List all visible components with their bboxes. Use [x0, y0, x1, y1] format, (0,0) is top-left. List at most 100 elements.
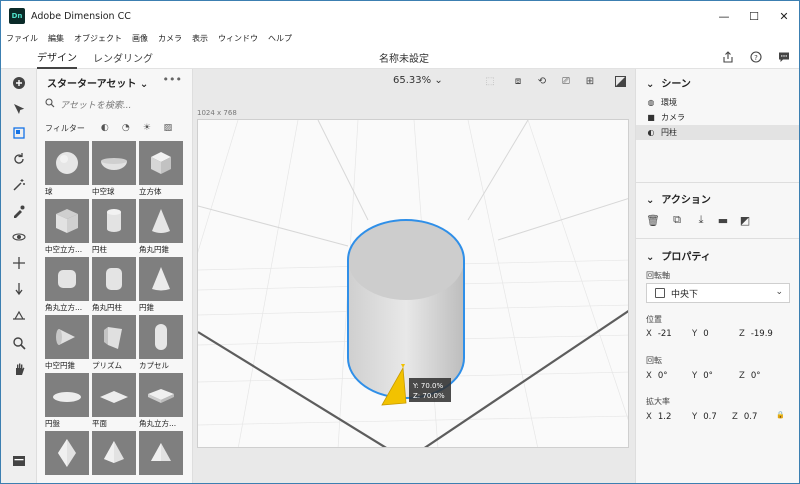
close-button[interactable]: ✕	[769, 1, 799, 31]
help-icon[interactable]: ?	[749, 50, 763, 64]
asset-item[interactable]	[45, 431, 89, 483]
camera-pan-icon[interactable]: ⎚	[559, 74, 573, 88]
search-icon	[45, 97, 55, 111]
zoom-icon[interactable]	[9, 333, 29, 353]
search-input[interactable]: アセットを検索...	[60, 98, 131, 111]
select-tool-icon[interactable]	[9, 99, 29, 119]
asset-item[interactable]: 円錐	[139, 257, 183, 313]
rotation-z-field[interactable]: Z 0°	[739, 368, 761, 384]
actions-section-header[interactable]: ⌄ アクション	[646, 191, 711, 206]
fit-icon[interactable]: ⬚	[483, 74, 497, 88]
asset-item[interactable]: 円柱	[92, 199, 136, 255]
rotation-z-value: 0°	[750, 371, 761, 381]
scene-item-environment[interactable]: ◍ 環境	[636, 95, 799, 110]
asset-item[interactable]: 中空円錐	[45, 315, 89, 371]
properties-section-header[interactable]: ⌄ プロパティ	[646, 248, 711, 263]
assets-header[interactable]: スターターアセット ⌄	[47, 75, 148, 90]
camera-frame-icon[interactable]: ⧈	[511, 74, 525, 88]
filter-models-icon[interactable]: ◐	[99, 122, 111, 134]
menu-image[interactable]: 画像	[127, 33, 153, 44]
asset-item[interactable]: 平面	[92, 373, 136, 429]
hand-icon[interactable]	[9, 359, 29, 379]
asset-item[interactable]: 角丸円柱	[92, 257, 136, 313]
group-folder-icon[interactable]: ▬	[716, 213, 730, 227]
camera-rotate-icon[interactable]: ⟲	[535, 74, 549, 88]
duplicate-icon[interactable]: ⧉	[670, 213, 684, 227]
rotation-y-field[interactable]: Y 0°	[692, 368, 713, 384]
asset-item[interactable]: カプセル	[139, 315, 183, 371]
asset-label: 角丸立方...	[45, 303, 83, 312]
menu-help[interactable]: ヘルプ	[263, 33, 297, 44]
asset-item[interactable]: プリズム	[92, 315, 136, 371]
menu-file[interactable]: ファイル	[1, 33, 43, 44]
horizon-icon[interactable]	[9, 305, 29, 325]
render-preview-icon[interactable]	[613, 74, 627, 88]
rotation-label: 回転	[646, 356, 662, 365]
asset-item[interactable]	[92, 431, 136, 483]
filter-materials-icon[interactable]: ◔	[120, 122, 132, 134]
save-to-library-icon[interactable]: ◩	[738, 213, 752, 227]
position-z-field[interactable]: Z -19.9	[739, 326, 773, 342]
menu-view[interactable]: 表示	[187, 33, 213, 44]
asset-item[interactable]: 中空立方...	[45, 199, 89, 255]
scale-y-field[interactable]: Y 0.7	[692, 409, 717, 425]
axis-label: X	[646, 329, 652, 339]
asset-label: 円錐	[139, 303, 154, 312]
minimize-button[interactable]: —	[709, 1, 739, 31]
asset-item[interactable]: 立方体	[139, 141, 183, 197]
section-divider	[636, 238, 799, 239]
rotate-tool-icon[interactable]	[9, 149, 29, 169]
asset-search[interactable]: アセットを検索...	[45, 95, 185, 113]
lock-icon[interactable]: 🔒	[776, 411, 785, 419]
delete-icon[interactable]: 🗑	[646, 213, 660, 227]
asset-item[interactable]: 中空球	[92, 141, 136, 197]
zoom-level: 65.33%	[393, 75, 432, 86]
tool-rail	[1, 69, 37, 483]
asset-thumbnail	[45, 431, 89, 475]
scale-x-field[interactable]: X 1.2	[646, 409, 671, 425]
share-icon[interactable]	[721, 50, 735, 64]
zoom-control[interactable]: 65.33% ⌄	[393, 75, 443, 86]
asset-thumbnail	[139, 315, 183, 359]
3d-viewport[interactable]: Y: 70.0% Z: 70.0%	[197, 119, 629, 448]
magic-wand-icon[interactable]	[9, 175, 29, 195]
scene-item-cylinder[interactable]: ◐ 円柱	[636, 125, 799, 140]
scale-z-field[interactable]: Z 0.7	[732, 409, 757, 425]
asset-item[interactable]: 円盤	[45, 373, 89, 429]
asset-item[interactable]: 角丸立方...	[45, 257, 89, 313]
camera-dolly-icon[interactable]: ⊞	[583, 74, 597, 88]
tab-design[interactable]: デザイン	[37, 45, 77, 69]
more-options-icon[interactable]: •••	[163, 73, 182, 86]
asset-item[interactable]	[139, 431, 183, 483]
asset-item[interactable]: 角丸円錐	[139, 199, 183, 255]
orbit-icon[interactable]	[9, 227, 29, 247]
tab-render[interactable]: レンダリング	[93, 45, 153, 69]
eyedropper-icon[interactable]	[9, 201, 29, 221]
pan-camera-icon[interactable]	[9, 253, 29, 273]
axis-label: Y	[692, 371, 698, 381]
position-x-field[interactable]: X -21	[646, 326, 672, 342]
rotation-x-field[interactable]: X 0°	[646, 368, 668, 384]
filter-images-icon[interactable]: ▨	[162, 122, 174, 134]
dolly-icon[interactable]	[9, 279, 29, 299]
pivot-select[interactable]: 中央下 ⌄	[646, 283, 790, 303]
add-icon[interactable]	[9, 73, 29, 93]
menu-window[interactable]: ウィンドウ	[213, 33, 263, 44]
panel-toggle-icon[interactable]	[9, 451, 29, 471]
drop-to-ground-icon[interactable]: ⤓	[694, 213, 708, 227]
scene-render: Y: 70.0% Z: 70.0%	[198, 120, 628, 447]
cylinder-object[interactable]	[347, 219, 465, 399]
asset-item[interactable]: 球	[45, 141, 89, 197]
frame-tool-icon[interactable]	[9, 123, 29, 143]
feedback-icon[interactable]	[777, 50, 791, 64]
menu-edit[interactable]: 編集	[43, 33, 69, 44]
menu-camera[interactable]: カメラ	[153, 33, 187, 44]
scene-item-label: カメラ	[661, 113, 685, 122]
scene-item-camera[interactable]: ■ カメラ	[636, 110, 799, 125]
maximize-button[interactable]: ☐	[739, 1, 769, 31]
menu-object[interactable]: オブジェクト	[69, 33, 127, 44]
asset-item[interactable]: 角丸立方...	[139, 373, 183, 429]
scene-section-header[interactable]: ⌄ シーン	[646, 75, 691, 90]
filter-lights-icon[interactable]: ☀	[141, 122, 153, 134]
position-y-field[interactable]: Y0	[692, 326, 709, 342]
